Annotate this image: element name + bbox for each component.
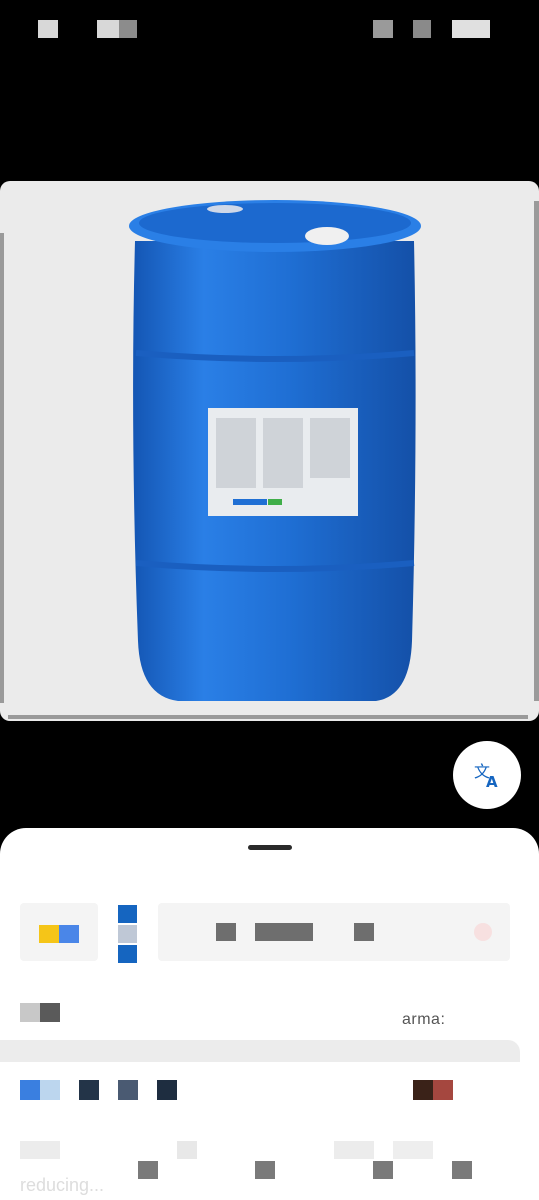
faded-block [373, 1161, 393, 1179]
notification-icon [38, 20, 58, 38]
result-label-block [40, 1003, 60, 1022]
faded-block [393, 1141, 433, 1159]
result-icon [40, 1080, 60, 1100]
mode-toggle-segment [118, 925, 137, 943]
result-label-block [20, 1003, 40, 1022]
result-label [20, 1003, 60, 1022]
drag-handle[interactable] [248, 845, 292, 850]
faded-block [177, 1141, 197, 1159]
search-text-block [255, 923, 313, 941]
notification-icon [97, 20, 119, 38]
search-text-block [354, 923, 374, 941]
faded-block [255, 1161, 275, 1179]
faded-block [452, 1161, 472, 1179]
result-icon [20, 1080, 40, 1100]
search-row [0, 903, 539, 965]
image-viewer[interactable] [0, 181, 539, 721]
battery-icon [452, 20, 490, 38]
result-icon [79, 1080, 99, 1100]
lens-icon [59, 925, 79, 943]
mode-toggle-segment [118, 905, 137, 923]
search-text-block [216, 923, 236, 941]
status-bar [0, 0, 539, 60]
wifi-icon [413, 20, 431, 38]
clear-icon[interactable] [474, 923, 492, 941]
mode-toggle-segment [118, 945, 137, 963]
faded-block [334, 1141, 374, 1159]
result-thumbnail [413, 1080, 433, 1100]
mode-toggle-icon[interactable] [118, 905, 137, 963]
status-icon [119, 20, 137, 38]
faded-text: reducing... [20, 1175, 105, 1195]
faded-block [138, 1161, 158, 1179]
signal-icon [373, 20, 393, 38]
bottom-sheet[interactable]: arma: reducing... [0, 828, 539, 1200]
search-input[interactable] [158, 903, 510, 961]
result-row[interactable] [0, 1080, 539, 1104]
lens-chip[interactable] [20, 903, 98, 961]
lens-icon [39, 925, 59, 943]
result-icon [118, 1080, 138, 1100]
divider [0, 1040, 520, 1062]
result-icon [157, 1080, 177, 1100]
svg-text:A: A [486, 773, 498, 790]
product-photo [129, 200, 421, 701]
truncated-text: arma: [402, 1011, 446, 1028]
translate-icon: 文 A [474, 762, 498, 790]
translate-button[interactable]: 文 A [453, 741, 521, 809]
result-thumbnail [433, 1080, 453, 1100]
faded-block [20, 1141, 60, 1159]
